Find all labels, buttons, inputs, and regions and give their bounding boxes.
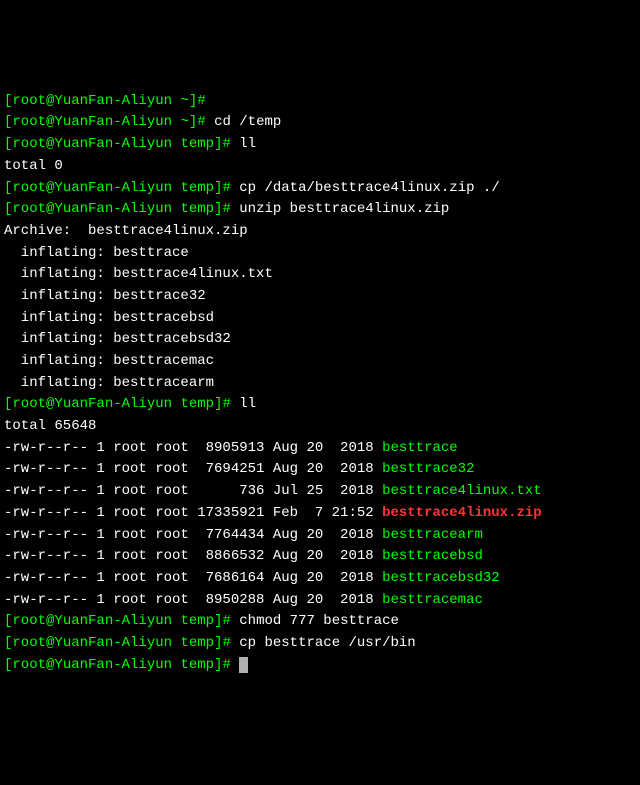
ls-entry: -rw-r--r-- 1 root root 8950288 Aug 20 20… [4, 590, 636, 612]
cursor [239, 657, 248, 673]
prompt-line: [root@YuanFan-Aliyun temp]# unzip besttr… [4, 199, 636, 221]
prompt-line: [root@YuanFan-Aliyun temp]# ll [4, 134, 636, 156]
ls-meta: -rw-r--r-- 1 root root 7694251 Aug 20 20… [4, 461, 382, 477]
bracket-close: ] [214, 657, 222, 673]
inflate-line: inflating: besttracearm [4, 373, 636, 395]
ls-meta: -rw-r--r-- 1 root root 8950288 Aug 20 20… [4, 592, 382, 608]
bracket-open: [ [4, 635, 12, 651]
ls-filename: besttracebsd32 [382, 570, 500, 586]
archive-line: Archive: besttrace4linux.zip [4, 221, 636, 243]
cwd: temp [172, 657, 214, 673]
inflate-line: inflating: besttrace4linux.txt [4, 264, 636, 286]
prompt-line: [root@YuanFan-Aliyun ~]# [4, 91, 636, 113]
user-host: root@YuanFan-Aliyun [12, 93, 172, 109]
ls-filename: besttracemac [382, 592, 483, 608]
user-host: root@YuanFan-Aliyun [12, 180, 172, 196]
inflate-line: inflating: besttrace [4, 243, 636, 265]
prompt-hash: # [222, 613, 230, 629]
cwd: temp [172, 136, 214, 152]
user-host: root@YuanFan-Aliyun [12, 114, 172, 130]
user-host: root@YuanFan-Aliyun [12, 201, 172, 217]
cwd: temp [172, 201, 214, 217]
bracket-close: ] [214, 635, 222, 651]
prompt-line: [root@YuanFan-Aliyun temp]# ll [4, 394, 636, 416]
prompt-hash: # [222, 136, 230, 152]
inflate-line: inflating: besttrace32 [4, 286, 636, 308]
cwd: temp [172, 396, 214, 412]
user-host: root@YuanFan-Aliyun [12, 635, 172, 651]
ls-entry: -rw-r--r-- 1 root root 7764434 Aug 20 20… [4, 525, 636, 547]
prompt-line: [root@YuanFan-Aliyun temp]# cp /data/bes… [4, 178, 636, 200]
command-text: ll [231, 396, 256, 412]
command-text: chmod 777 besttrace [231, 613, 399, 629]
ls-meta: -rw-r--r-- 1 root root 7764434 Aug 20 20… [4, 527, 382, 543]
ls-meta: -rw-r--r-- 1 root root 8866532 Aug 20 20… [4, 548, 382, 564]
cwd: temp [172, 613, 214, 629]
ls-entry: -rw-r--r-- 1 root root 736 Jul 25 2018 b… [4, 481, 636, 503]
user-host: root@YuanFan-Aliyun [12, 613, 172, 629]
bracket-close: ] [214, 613, 222, 629]
cwd: temp [172, 180, 214, 196]
user-host: root@YuanFan-Aliyun [12, 396, 172, 412]
ls-filename: besttracebsd [382, 548, 483, 564]
terminal-output[interactable]: [root@YuanFan-Aliyun ~]#[root@YuanFan-Al… [4, 91, 636, 677]
prompt-hash: # [222, 635, 230, 651]
user-host: root@YuanFan-Aliyun [12, 657, 172, 673]
bracket-open: [ [4, 613, 12, 629]
command-text: cd /temp [206, 114, 282, 130]
ls-meta: -rw-r--r-- 1 root root 8905913 Aug 20 20… [4, 440, 382, 456]
bracket-close: ] [189, 93, 197, 109]
command-text: ll [231, 136, 256, 152]
bracket-close: ] [189, 114, 197, 130]
ls-entry: -rw-r--r-- 1 root root 8905913 Aug 20 20… [4, 438, 636, 460]
cwd: temp [172, 635, 214, 651]
ls-filename: besttracearm [382, 527, 483, 543]
cwd: ~ [172, 114, 189, 130]
command-text: cp besttrace /usr/bin [231, 635, 416, 651]
prompt-line: [root@YuanFan-Aliyun temp]# chmod 777 be… [4, 611, 636, 633]
prompt-hash: # [222, 396, 230, 412]
total-line: total 0 [4, 156, 636, 178]
ls-filename: besttrace4linux.txt [382, 483, 542, 499]
ls-entry: -rw-r--r-- 1 root root 17335921 Feb 7 21… [4, 503, 636, 525]
ls-filename: besttrace4linux.zip [382, 505, 542, 521]
inflate-line: inflating: besttracemac [4, 351, 636, 373]
cwd: ~ [172, 93, 189, 109]
ls-filename: besttrace32 [382, 461, 474, 477]
inflate-line: inflating: besttracebsd32 [4, 329, 636, 351]
bracket-open: [ [4, 657, 12, 673]
prompt-hash: # [222, 657, 230, 673]
ls-filename: besttrace [382, 440, 458, 456]
inflate-line: inflating: besttracebsd [4, 308, 636, 330]
command-text [231, 657, 239, 673]
total-line: total 65648 [4, 416, 636, 438]
ls-meta: -rw-r--r-- 1 root root 17335921 Feb 7 21… [4, 505, 382, 521]
prompt-hash: # [222, 180, 230, 196]
prompt-hash: # [222, 201, 230, 217]
ls-entry: -rw-r--r-- 1 root root 7686164 Aug 20 20… [4, 568, 636, 590]
prompt-line: [root@YuanFan-Aliyun temp]# cp besttrace… [4, 633, 636, 655]
prompt-hash: # [197, 114, 205, 130]
ls-meta: -rw-r--r-- 1 root root 7686164 Aug 20 20… [4, 570, 382, 586]
prompt-hash: # [197, 93, 205, 109]
command-text: cp /data/besttrace4linux.zip ./ [231, 180, 500, 196]
ls-meta: -rw-r--r-- 1 root root 736 Jul 25 2018 [4, 483, 382, 499]
ls-entry: -rw-r--r-- 1 root root 8866532 Aug 20 20… [4, 546, 636, 568]
user-host: root@YuanFan-Aliyun [12, 136, 172, 152]
command-text: unzip besttrace4linux.zip [231, 201, 449, 217]
prompt-line: [root@YuanFan-Aliyun temp]# [4, 655, 636, 677]
prompt-line: [root@YuanFan-Aliyun ~]# cd /temp [4, 112, 636, 134]
ls-entry: -rw-r--r-- 1 root root 7694251 Aug 20 20… [4, 459, 636, 481]
